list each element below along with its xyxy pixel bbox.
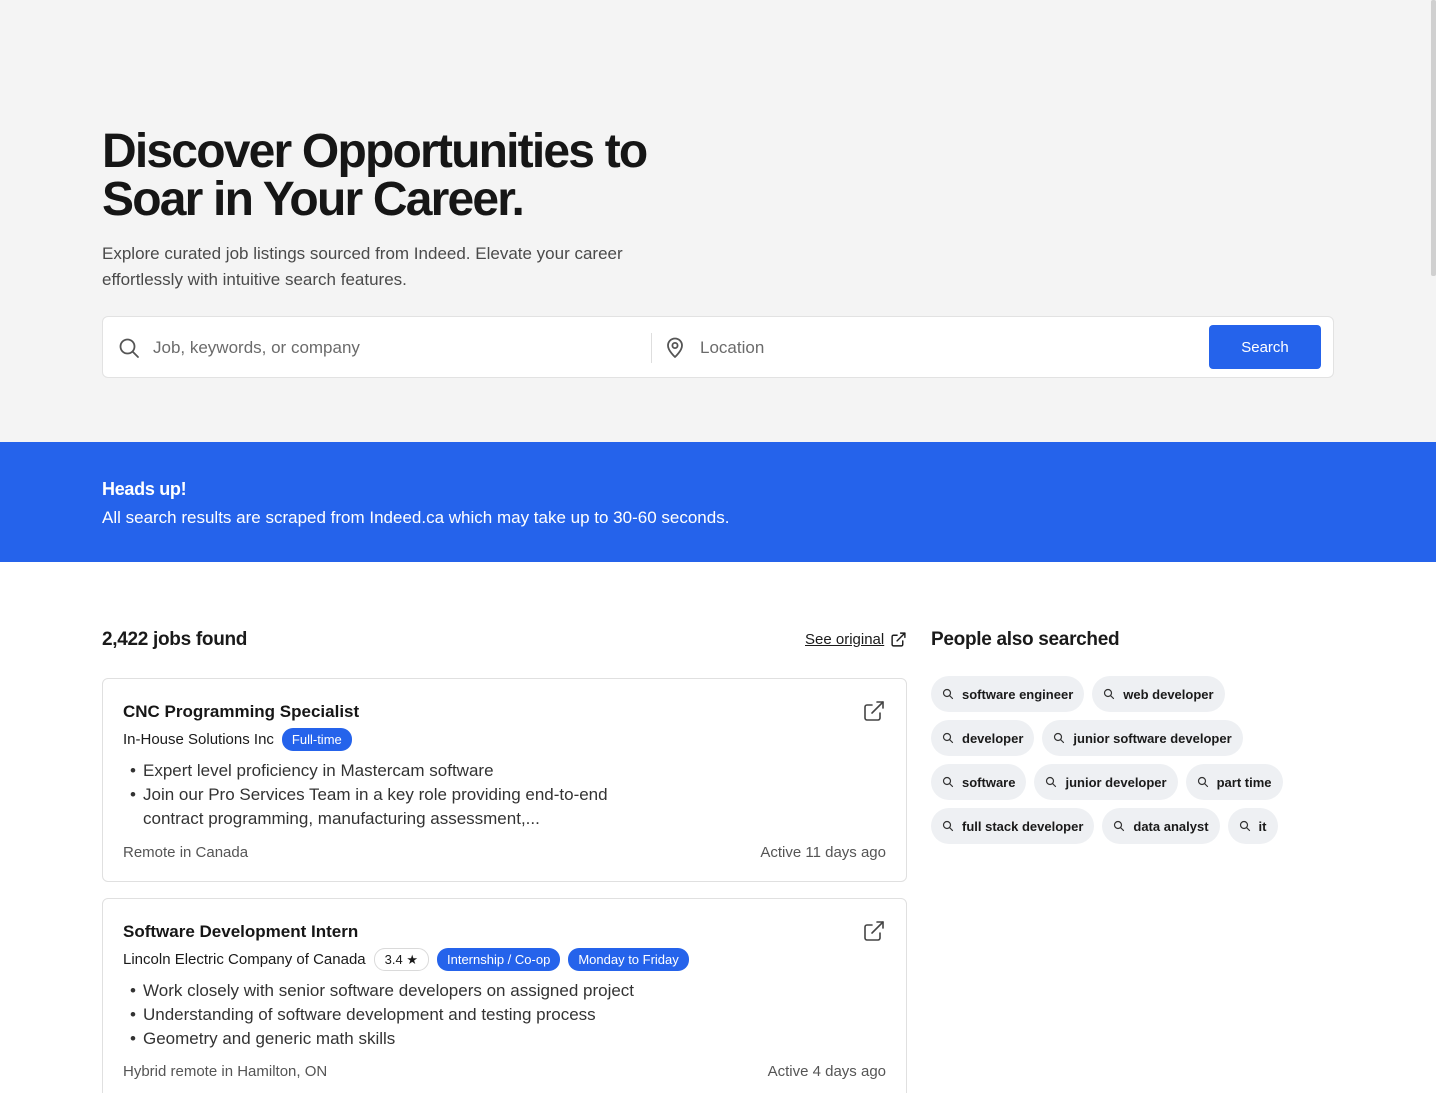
job-location: Hybrid remote in Hamilton, ON bbox=[123, 1063, 328, 1080]
search-icon bbox=[1197, 776, 1208, 788]
related-search-chip[interactable]: developer bbox=[931, 720, 1035, 756]
related-search-chip[interactable]: part time bbox=[1185, 764, 1283, 800]
keyword-input[interactable] bbox=[153, 331, 633, 365]
heads-up-banner: Heads up! All search results are scraped… bbox=[0, 442, 1436, 562]
related-search-chip[interactable]: software engineer bbox=[931, 676, 1085, 712]
job-location: Remote in Canada bbox=[123, 844, 249, 861]
search-icon bbox=[942, 776, 954, 788]
external-link-icon[interactable] bbox=[862, 919, 886, 943]
highlight-item: • Expert level proficiency in Mastercam s… bbox=[130, 761, 494, 780]
highlight-item: • Work closely with senior software devel… bbox=[130, 981, 635, 1000]
highlight-item: • Join our Pro Services Team in a key rol… bbox=[130, 785, 608, 828]
related-search-chip[interactable]: junior developer bbox=[1034, 764, 1178, 800]
search-icon bbox=[1046, 776, 1057, 788]
search-bar: Search bbox=[102, 316, 1334, 378]
jobs-count: 2,422 jobs found bbox=[102, 629, 248, 650]
search-icon bbox=[942, 732, 954, 744]
company-name: Lincoln Electric Company of Canada bbox=[123, 951, 366, 968]
banner-title: Heads up! bbox=[102, 479, 187, 499]
related-searches: software engineer web developer develope… bbox=[931, 676, 1331, 844]
job-active-time: Active 11 days ago bbox=[760, 844, 886, 861]
job-title[interactable]: CNC Programming Specialist bbox=[123, 702, 359, 722]
search-icon bbox=[1054, 732, 1065, 744]
job-type-badge: Full-time bbox=[281, 728, 352, 751]
search-icon bbox=[119, 338, 139, 358]
job-card[interactable]: Software Development Intern Lincoln Elec… bbox=[102, 898, 907, 1093]
job-type-badge: Internship / Co-op bbox=[436, 948, 561, 971]
company-name: In-House Solutions Inc bbox=[123, 731, 274, 748]
people-also-searched-title: People also searched bbox=[931, 629, 1120, 650]
schedule-badge: Monday to Friday bbox=[568, 948, 689, 971]
search-icon bbox=[1239, 820, 1250, 832]
related-search-chip[interactable]: software bbox=[931, 764, 1027, 800]
highlight-item: • Understanding of software development a… bbox=[130, 1005, 596, 1024]
location-input[interactable] bbox=[700, 331, 1190, 365]
related-search-chip[interactable]: full stack developer bbox=[931, 808, 1095, 844]
related-search-chip[interactable]: it bbox=[1227, 808, 1278, 844]
see-original-link[interactable]: See original bbox=[805, 631, 884, 648]
hero-section: Discover Opportunities to Soar in Your C… bbox=[0, 0, 1436, 442]
page-title: Discover Opportunities to Soar in Your C… bbox=[102, 125, 648, 226]
search-icon bbox=[1104, 688, 1115, 700]
search-divider bbox=[651, 333, 652, 363]
related-search-chip[interactable]: web developer bbox=[1092, 676, 1225, 712]
hero-subtitle: Explore curated job listings sourced fro… bbox=[102, 244, 623, 289]
search-icon bbox=[1114, 820, 1125, 832]
highlight-item: • Geometry and generic math skills bbox=[130, 1029, 396, 1048]
job-meta: In-House Solutions Inc Full-time bbox=[123, 728, 352, 751]
job-title[interactable]: Software Development Intern bbox=[123, 922, 358, 942]
related-search-chip[interactable]: junior software developer bbox=[1042, 720, 1243, 756]
search-icon bbox=[942, 688, 954, 700]
search-icon bbox=[942, 820, 954, 832]
banner-text: All search results are scraped from Inde… bbox=[102, 508, 730, 527]
job-highlights: • Expert level proficiency in Mastercam s… bbox=[123, 759, 643, 831]
job-meta: Lincoln Electric Company of Canada 3.4 ★… bbox=[123, 948, 689, 971]
job-card[interactable]: CNC Programming Specialist In-House Solu… bbox=[102, 678, 907, 882]
job-active-time: Active 4 days ago bbox=[767, 1063, 886, 1080]
related-search-chip[interactable]: data analyst bbox=[1102, 808, 1220, 844]
external-link-icon[interactable] bbox=[862, 699, 886, 723]
scrollbar[interactable] bbox=[1431, 0, 1436, 276]
company-rating: 3.4 ★ bbox=[373, 948, 429, 971]
location-pin-icon bbox=[667, 337, 683, 358]
job-highlights: • Work closely with senior software devel… bbox=[123, 979, 723, 1051]
external-link-icon[interactable] bbox=[890, 631, 907, 648]
search-button[interactable]: Search bbox=[1209, 325, 1321, 369]
